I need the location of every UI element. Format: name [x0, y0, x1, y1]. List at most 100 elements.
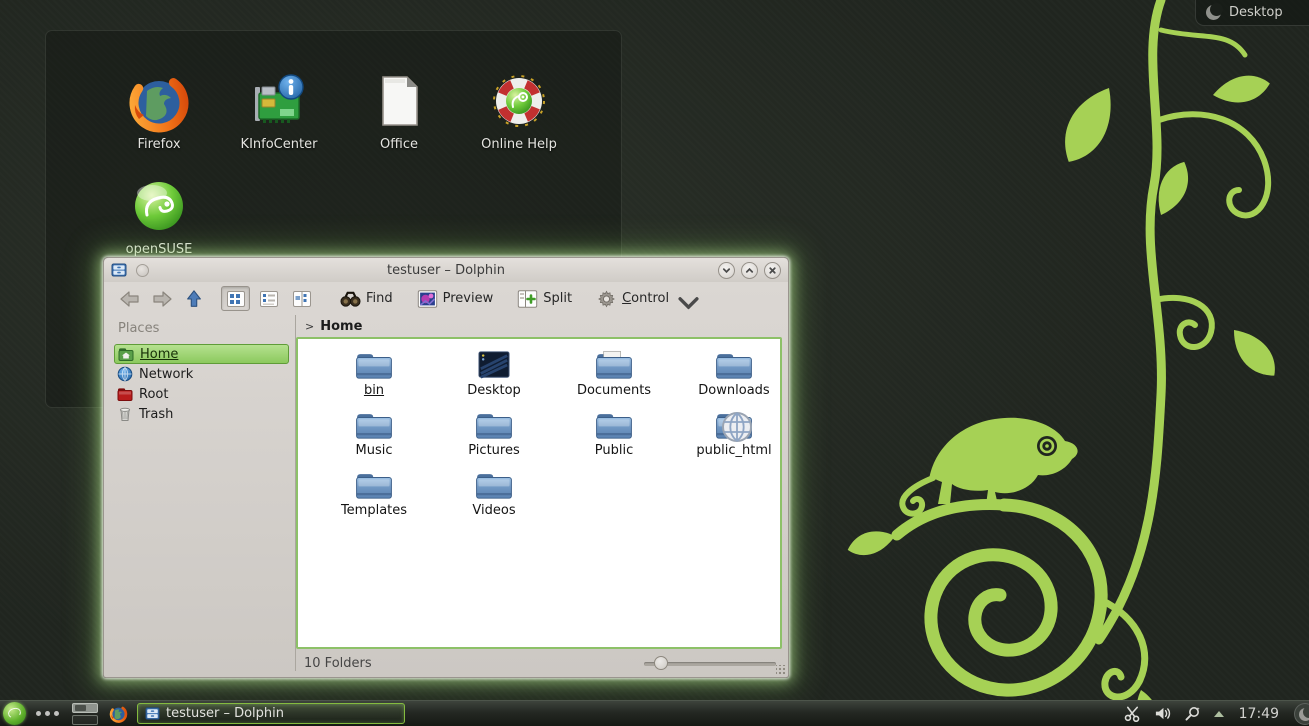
find-button[interactable]: Find — [340, 290, 393, 308]
klipper-scissors-icon[interactable] — [1124, 705, 1141, 722]
task-button-label: testuser – Dolphin — [166, 706, 284, 721]
panel-cashew-button[interactable] — [1294, 703, 1309, 725]
window-content: Places Home Network Root Trash > Home — [104, 315, 788, 677]
folder-label: Templates — [341, 503, 407, 518]
zoom-slider-handle[interactable] — [654, 656, 668, 670]
up-button[interactable] — [181, 287, 207, 311]
device-notifier-icon[interactable] — [1184, 705, 1201, 722]
desktop-icon-office[interactable]: Office — [344, 69, 454, 152]
documents-folder-icon — [595, 349, 633, 381]
window-menu-button[interactable] — [136, 264, 149, 277]
folder-item-music[interactable]: Music — [318, 409, 430, 469]
folder-icon — [355, 409, 393, 441]
cashew-icon — [1206, 5, 1221, 20]
window-title: testuser – Dolphin — [104, 263, 788, 278]
minimize-button[interactable] — [718, 262, 735, 279]
system-tray: 17:49 — [1124, 703, 1309, 725]
split-button[interactable]: Split — [517, 290, 572, 308]
details-view-button[interactable] — [254, 286, 283, 311]
place-item-network[interactable]: Network — [114, 364, 289, 384]
control-button[interactable]: Control — [596, 286, 699, 312]
arrow-up-icon — [183, 289, 205, 309]
split-label: Split — [543, 291, 572, 306]
close-button[interactable] — [764, 262, 781, 279]
maximize-button[interactable] — [741, 262, 758, 279]
icons-view-icon — [227, 291, 245, 307]
desktop-icon-opensuse[interactable]: openSUSE — [104, 174, 214, 257]
firefox-launcher-icon[interactable] — [109, 704, 128, 723]
main-toolbar: Find Preview Split Control — [104, 282, 788, 315]
preview-button[interactable]: Preview — [417, 290, 494, 308]
dolphin-app-icon — [111, 262, 127, 278]
folder-item-videos[interactable]: Videos — [438, 469, 550, 529]
folder-label: Music — [356, 443, 393, 458]
place-item-home[interactable]: Home — [114, 344, 289, 364]
folder-icon — [475, 409, 513, 441]
pager-desktop-2[interactable] — [72, 715, 98, 725]
desktop-monitor-icon — [475, 349, 513, 381]
kinfocenter-icon — [247, 69, 311, 133]
icons-view-button[interactable] — [221, 286, 250, 311]
binoculars-icon — [340, 290, 361, 308]
place-label: Trash — [139, 407, 173, 422]
desktop-icon-label: KInfoCenter — [224, 137, 334, 152]
place-item-root[interactable]: Root — [114, 384, 289, 404]
folder-label: Desktop — [467, 383, 521, 398]
zoom-slider[interactable] — [644, 656, 776, 670]
folder-view[interactable]: bin Desktop Documents Downloads Music — [296, 337, 782, 649]
titlebar[interactable]: testuser – Dolphin — [104, 258, 788, 282]
task-button-dolphin[interactable]: testuser – Dolphin — [137, 703, 405, 724]
resize-grip[interactable] — [776, 665, 786, 675]
kickoff-launcher-button[interactable] — [3, 702, 26, 725]
folder-item-documents[interactable]: Documents — [558, 349, 670, 409]
volume-speaker-icon[interactable] — [1154, 705, 1171, 722]
folder-item-public-html[interactable]: public_html — [678, 409, 782, 469]
place-label: Network — [139, 367, 193, 382]
virtual-desktop-pager[interactable] — [72, 703, 98, 725]
folder-item-downloads[interactable]: Downloads — [678, 349, 782, 409]
folder-item-bin[interactable]: bin — [318, 349, 430, 409]
folder-icon — [475, 469, 513, 501]
places-header: Places — [114, 319, 289, 344]
desktop-icon-online-help[interactable]: Online Help — [464, 69, 574, 152]
taskbar-panel: testuser – Dolphin 17:49 — [0, 700, 1309, 726]
desktop-toolbox[interactable]: Desktop — [1195, 0, 1309, 26]
folder-item-templates[interactable]: Templates — [318, 469, 430, 529]
status-bar: 10 Folders — [296, 649, 788, 677]
folder-label: public_html — [696, 443, 771, 458]
folder-item-pictures[interactable]: Pictures — [438, 409, 550, 469]
control-label: Control — [622, 291, 669, 306]
network-globe-icon — [117, 366, 133, 382]
firefox-icon — [127, 69, 191, 133]
breadcrumb-home[interactable]: Home — [320, 319, 362, 334]
desktop-icon-kinfocenter[interactable]: KInfoCenter — [224, 69, 334, 152]
preview-icon — [417, 290, 438, 308]
status-summary: 10 Folders — [304, 656, 372, 671]
columns-view-button[interactable] — [287, 286, 316, 311]
back-button[interactable] — [117, 287, 143, 311]
tray-expand-arrow-icon[interactable] — [1214, 711, 1224, 717]
arrow-right-icon — [151, 289, 173, 309]
office-document-icon — [367, 69, 431, 133]
folder-label: Pictures — [468, 443, 519, 458]
folder-item-public[interactable]: Public — [558, 409, 670, 469]
lifebuoy-icon — [487, 69, 551, 133]
folder-icon — [355, 469, 393, 501]
globe-emblem-icon — [718, 411, 756, 443]
desktop-icon-firefox[interactable]: Firefox — [104, 69, 214, 152]
folder-label: Public — [595, 443, 633, 458]
desktop-icon-label: Firefox — [104, 137, 214, 152]
chevron-down-icon — [678, 294, 699, 312]
folder-icon — [595, 409, 633, 441]
pager-desktop-1[interactable] — [72, 703, 98, 713]
columns-view-icon — [293, 291, 311, 307]
desktop-icon-label: Office — [344, 137, 454, 152]
breadcrumb: > Home — [296, 315, 788, 337]
folder-item-desktop[interactable]: Desktop — [438, 349, 550, 409]
place-item-trash[interactable]: Trash — [114, 404, 289, 424]
chevron-up-icon — [745, 266, 754, 275]
clock[interactable]: 17:49 — [1239, 706, 1279, 722]
forward-button[interactable] — [149, 287, 175, 311]
toolbox-label: Desktop — [1229, 5, 1283, 20]
activity-dots-button[interactable] — [36, 711, 59, 716]
